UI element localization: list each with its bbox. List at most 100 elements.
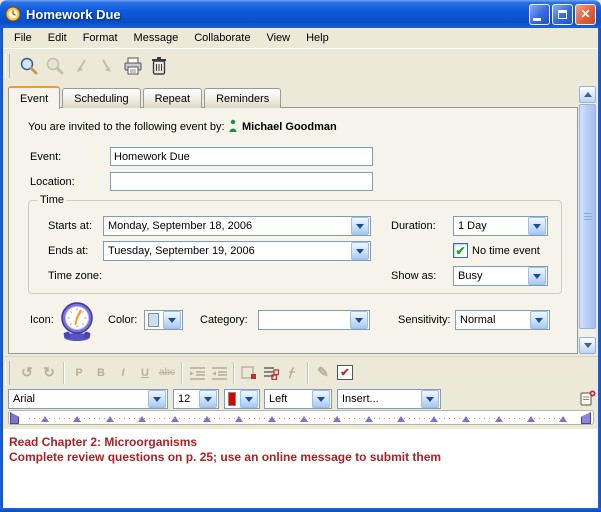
scrollbar-thumb[interactable]: [579, 104, 596, 329]
previous-button[interactable]: [68, 53, 94, 79]
redo-icon: ↻: [43, 364, 55, 381]
chevron-down-icon[interactable]: [350, 311, 368, 329]
strikethrough-button[interactable]: abc: [156, 362, 178, 384]
find-button[interactable]: [16, 53, 42, 79]
menu-message[interactable]: Message: [126, 30, 187, 46]
toolbar-grip[interactable]: [5, 54, 10, 78]
font-family-select[interactable]: Arial: [8, 389, 168, 409]
indent-button[interactable]: [208, 362, 230, 384]
app-clock-icon: [5, 6, 21, 22]
bold-button[interactable]: B: [90, 362, 112, 384]
signature-button[interactable]: ✎: [312, 362, 334, 384]
chevron-down-icon[interactable]: [199, 390, 217, 408]
chevron-up-icon: [584, 92, 592, 97]
ends-at-select[interactable]: Tuesday, September 19, 2006: [103, 241, 371, 261]
separator: [181, 362, 183, 384]
pen-icon: ✎: [317, 364, 329, 381]
chevron-down-icon[interactable]: [421, 390, 439, 408]
checklist-button[interactable]: [260, 362, 282, 384]
minimize-button[interactable]: [529, 4, 550, 25]
tab-event[interactable]: Event: [8, 86, 60, 109]
left-indent-marker[interactable]: [10, 412, 19, 424]
color-select[interactable]: [144, 310, 183, 330]
font-color-select[interactable]: [224, 389, 260, 409]
ruler[interactable]: [8, 410, 594, 425]
menu-help[interactable]: Help: [298, 30, 337, 46]
chevron-down-icon[interactable]: [528, 267, 546, 285]
menu-collaborate[interactable]: Collaborate: [186, 30, 258, 46]
vertical-scrollbar[interactable]: [579, 86, 596, 354]
location-input[interactable]: [110, 172, 373, 191]
chevron-down-icon[interactable]: [528, 217, 546, 235]
minimize-icon: [533, 18, 541, 21]
event-input[interactable]: [110, 147, 373, 166]
ends-at-value: Tuesday, September 19, 2006: [104, 245, 350, 257]
window-border-left: [0, 26, 3, 512]
indent-icon: [211, 366, 228, 380]
tab-strip: Event Scheduling Repeat Reminders: [8, 85, 283, 108]
delete-button[interactable]: [146, 53, 172, 79]
tab-scheduling[interactable]: Scheduling: [62, 88, 140, 108]
event-label: Event:: [30, 151, 61, 163]
chevron-down-icon[interactable]: [351, 242, 369, 260]
menu-format[interactable]: Format: [75, 30, 126, 46]
chevron-down-icon[interactable]: [312, 390, 330, 408]
invite-label: You are invited to the following event b…: [28, 121, 225, 133]
close-button[interactable]: ✕: [575, 4, 596, 25]
menu-view[interactable]: View: [258, 30, 298, 46]
editor-line: Read Chapter 2: Microorganisms: [9, 435, 592, 450]
underline-button[interactable]: U: [134, 362, 156, 384]
find-next-button[interactable]: [42, 53, 68, 79]
next-arrow-icon: [100, 58, 114, 74]
undo-button[interactable]: ↺: [16, 362, 38, 384]
check-icon: ✔: [455, 246, 465, 256]
duration-select[interactable]: 1 Day: [453, 216, 548, 236]
time-group-title: Time: [37, 194, 67, 206]
paragraph-button[interactable]: P: [68, 362, 90, 384]
starts-at-value: Monday, September 18, 2006: [104, 220, 350, 232]
italic-button[interactable]: I: [112, 362, 134, 384]
chevron-down-icon[interactable]: [530, 311, 548, 329]
event-clock-icon: [57, 299, 97, 343]
menu-bar: File Edit Format Message Collaborate Vie…: [3, 28, 598, 48]
print-button[interactable]: [120, 53, 146, 79]
category-select[interactable]: [258, 310, 370, 330]
stationery-icon[interactable]: [579, 389, 597, 407]
spellcheck-button[interactable]: ✔: [334, 362, 356, 384]
chevron-down-icon[interactable]: [240, 390, 258, 408]
title-bar[interactable]: Homework Due ✕: [0, 0, 601, 28]
next-button[interactable]: [94, 53, 120, 79]
tab-repeat[interactable]: Repeat: [143, 88, 202, 108]
show-as-select[interactable]: Busy: [453, 266, 548, 286]
previous-arrow-icon: [74, 58, 88, 74]
alignment-select[interactable]: Left: [264, 389, 332, 409]
insert-object-button[interactable]: [238, 362, 260, 384]
time-zone-label: Time zone:: [48, 270, 102, 282]
font-size-select[interactable]: 12: [173, 389, 219, 409]
menu-edit[interactable]: Edit: [40, 30, 75, 46]
format-toolbar-grip[interactable]: [5, 361, 10, 385]
tab-reminders[interactable]: Reminders: [204, 88, 281, 108]
field-button[interactable]: [282, 362, 304, 384]
outdent-button[interactable]: [186, 362, 208, 384]
duration-value: 1 Day: [454, 220, 527, 232]
maximize-button[interactable]: [552, 4, 573, 25]
chevron-down-icon[interactable]: [148, 390, 166, 408]
sensitivity-select[interactable]: Normal: [455, 310, 550, 330]
insert-select[interactable]: Insert...: [337, 389, 441, 409]
scroll-down-button[interactable]: [579, 337, 596, 354]
menu-file[interactable]: File: [6, 30, 40, 46]
insert-value: Insert...: [338, 393, 420, 405]
right-indent-marker[interactable]: [581, 412, 591, 424]
location-label: Location:: [30, 176, 75, 188]
scroll-up-button[interactable]: [579, 86, 596, 103]
starts-at-select[interactable]: Monday, September 18, 2006: [103, 216, 371, 236]
chevron-down-icon[interactable]: [351, 217, 369, 235]
no-time-event-checkbox[interactable]: ✔: [453, 243, 468, 258]
message-body-editor[interactable]: Read Chapter 2: Microorganisms Complete …: [3, 429, 598, 508]
duration-label: Duration:: [391, 220, 436, 232]
redo-button[interactable]: ↻: [38, 362, 60, 384]
chevron-down-icon[interactable]: [163, 311, 181, 329]
trash-icon: [151, 56, 167, 76]
font-color-swatch: [228, 392, 236, 406]
